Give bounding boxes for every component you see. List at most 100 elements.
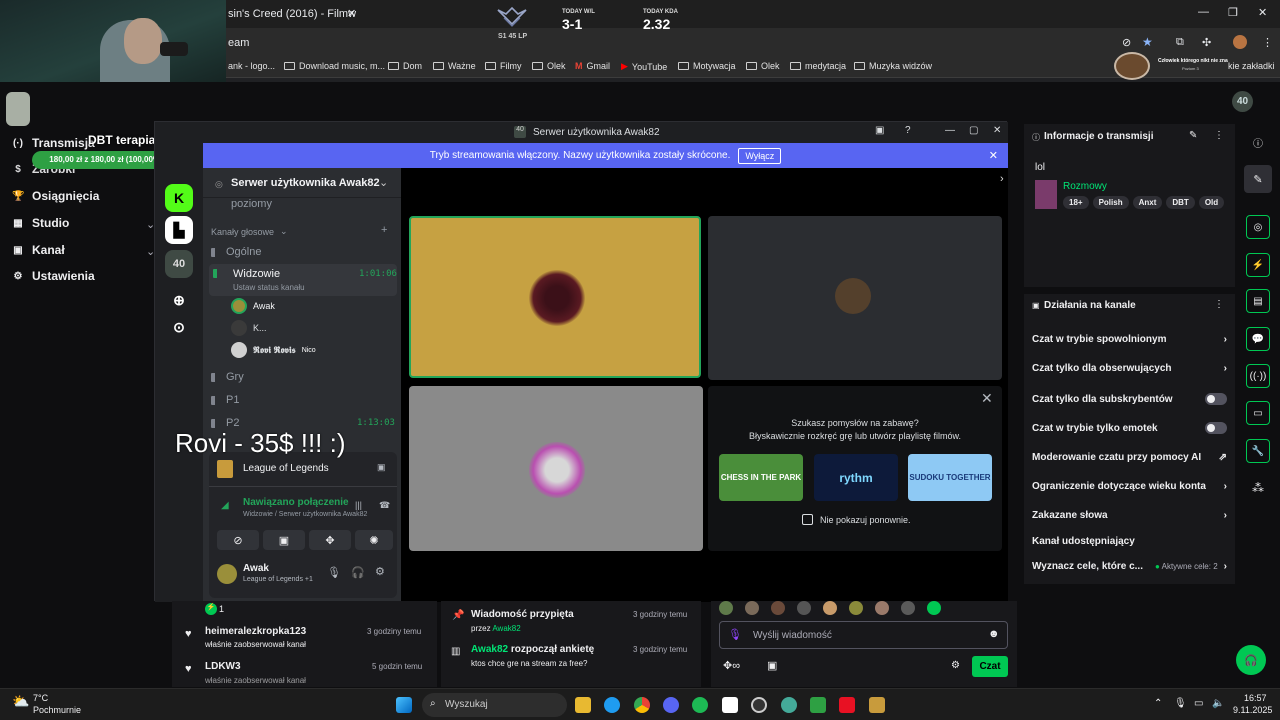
emote-icon[interactable]: ☻: [988, 628, 1000, 640]
maximize-icon[interactable]: ▢: [969, 125, 978, 136]
taskbar-search[interactable]: ⌕ Wyszukaj: [422, 693, 567, 717]
dont-show-again[interactable]: Nie pokazuj ponownie.: [802, 514, 911, 525]
tag[interactable]: Polish: [1092, 196, 1129, 209]
menu-kebab-icon[interactable]: ⋮: [1262, 36, 1273, 49]
partial-channel[interactable]: poziomy: [231, 198, 272, 210]
voice-user[interactable]: Awak: [231, 298, 275, 314]
bookmark-star-icon[interactable]: ★: [1142, 35, 1153, 49]
app-icon[interactable]: [810, 697, 826, 713]
quick-action-broadcast[interactable]: ((·)): [1246, 364, 1270, 388]
quick-action-clip[interactable]: ◎: [1246, 215, 1270, 239]
channel-p1[interactable]: P1: [211, 394, 239, 406]
other-bookmarks[interactable]: kie zakładki: [1228, 61, 1275, 71]
subs-only-toggle[interactable]: [1205, 393, 1227, 405]
avatar[interactable]: [797, 601, 811, 615]
spotify-icon[interactable]: [692, 697, 708, 713]
channel-widzowie[interactable]: Widzowie 1:01:06 Ustaw status kanału: [209, 264, 397, 296]
bookmark-item[interactable]: Download music, m...: [284, 61, 385, 71]
minimize-icon[interactable]: —: [945, 125, 955, 136]
user-avatar[interactable]: [217, 564, 237, 584]
bookmark-item[interactable]: Filmy: [485, 61, 522, 71]
add-channel-icon[interactable]: +: [381, 224, 387, 236]
camera-off-button[interactable]: ⊘: [217, 530, 259, 550]
voice-user[interactable]: 𝕽𝖔𝖛𝖎 𝕽𝖔𝖛𝖎𝖘 Nico: [231, 342, 316, 358]
activity-screen-icon[interactable]: ▣: [377, 462, 386, 473]
tag[interactable]: Old: [1198, 196, 1225, 209]
quick-action-ads[interactable]: ▭: [1246, 401, 1270, 425]
bookmark-item[interactable]: ank - logo...: [228, 61, 275, 71]
nav-channel[interactable]: ▣ Kanał: [12, 243, 64, 257]
eye-off-icon[interactable]: ⊘: [1122, 36, 1131, 49]
server-icon[interactable]: ▙: [165, 216, 193, 244]
inbox-icon[interactable]: ▣: [875, 125, 884, 136]
disconnect-icon[interactable]: ☎: [379, 500, 390, 511]
chat-input[interactable]: 🎙 Wyślij wiadomość ☻: [719, 621, 1008, 649]
help-icon[interactable]: ?: [905, 125, 911, 136]
close-icon[interactable]: ✕: [981, 390, 993, 407]
video-tile-rovi[interactable]: [409, 386, 703, 551]
bookmark-item[interactable]: Ważne: [433, 61, 476, 71]
action-banned-words[interactable]: Zakazane słowa ›: [1032, 510, 1227, 521]
extensions-icon[interactable]: ⁂: [1252, 481, 1264, 495]
windows-start-icon[interactable]: [396, 697, 412, 713]
feed-user[interactable]: LDKW3: [205, 661, 241, 672]
feed-user[interactable]: heimeralezkropka123: [205, 626, 306, 637]
avatar[interactable]: [745, 601, 759, 615]
app-icon[interactable]: [751, 697, 767, 713]
chevron-right-icon[interactable]: ›: [1000, 173, 1004, 185]
info-icon[interactable]: ⓘ: [1253, 135, 1263, 150]
minimize-window-icon[interactable]: —: [1198, 6, 1209, 18]
edit-stream-button[interactable]: ✎: [1244, 165, 1272, 193]
action-ai-moderation[interactable]: Moderowanie czatu przy pomocy AI ⇗: [1032, 452, 1227, 463]
voice-waveform-icon[interactable]: |||: [355, 500, 362, 510]
user-settings-gear-icon[interactable]: ⚙: [375, 565, 385, 578]
store-icon[interactable]: ▣: [767, 659, 777, 672]
channel-general[interactable]: Ogólne: [211, 246, 261, 258]
bookmark-item[interactable]: Olek: [532, 61, 566, 71]
chat-send-button[interactable]: Czat: [972, 656, 1008, 677]
bookmark-item[interactable]: ▶ YouTube: [621, 61, 667, 72]
tray-chevron-icon[interactable]: ⌃: [1154, 698, 1162, 709]
edge-icon[interactable]: [604, 697, 620, 713]
quick-action-raid[interactable]: ⚡: [1246, 253, 1270, 277]
avatar[interactable]: [823, 601, 837, 615]
support-headset-icon[interactable]: 🎧: [1236, 645, 1266, 675]
file-explorer-icon[interactable]: [575, 697, 591, 713]
bookmark-item[interactable]: M Gmail: [575, 61, 610, 71]
avatar[interactable]: [927, 601, 941, 615]
bookmark-item[interactable]: medytacja: [790, 61, 846, 71]
action-emote-only[interactable]: Czat w trybie tylko emotek: [1032, 422, 1227, 434]
restore-window-icon[interactable]: ❐: [1228, 6, 1238, 19]
nav-achievements[interactable]: 🏆 Osiągnięcia: [12, 189, 99, 203]
clock-date[interactable]: 9.11.2025: [1233, 705, 1272, 715]
video-tile-user[interactable]: [708, 216, 1002, 380]
quick-action-notes[interactable]: ▤: [1246, 289, 1270, 313]
soundboard-button[interactable]: ✺: [355, 530, 393, 550]
disable-streamer-mode-button[interactable]: Wyłącz: [738, 147, 782, 164]
close-window-icon[interactable]: ✕: [1258, 6, 1267, 19]
avatar[interactable]: [771, 601, 785, 615]
microphone-icon[interactable]: 🎙: [327, 566, 341, 579]
action-slow-mode[interactable]: Czat w trybie spowolnionym ›: [1032, 334, 1227, 345]
nav-studio[interactable]: ▦ Studio: [12, 216, 69, 230]
video-tile-awak[interactable]: [409, 216, 701, 378]
activity-card-rythm[interactable]: rythm: [814, 454, 898, 501]
chrome-icon[interactable]: [634, 697, 650, 713]
panel-menu-icon[interactable]: ⋮: [1214, 299, 1224, 310]
bookmark-item[interactable]: Dom: [388, 61, 422, 71]
dont-show-checkbox[interactable]: [802, 514, 813, 525]
tag[interactable]: 18+: [1063, 196, 1089, 209]
browser-tab-title[interactable]: sin's Creed (2016) - Filmw: [228, 8, 356, 20]
action-goals[interactable]: Wyznacz cele, które c... ● Aktywne cele: …: [1032, 561, 1227, 572]
app-icon[interactable]: [781, 697, 797, 713]
active-server-icon[interactable]: 40: [165, 250, 193, 278]
headphones-icon[interactable]: 🎧: [351, 566, 365, 579]
activity-card-chess[interactable]: CHESS IN THE PARK: [719, 454, 803, 501]
action-subs-only[interactable]: Czat tylko dla subskrybentów: [1032, 393, 1227, 405]
set-status-hint[interactable]: Ustaw status kanału: [233, 283, 305, 292]
edit-pencil-icon[interactable]: ✎: [1189, 130, 1197, 141]
discover-icon[interactable]: ⊙: [165, 313, 193, 341]
channel-gry[interactable]: Gry: [211, 371, 244, 383]
avatar[interactable]: [719, 601, 733, 615]
profile-avatar[interactable]: [1233, 35, 1247, 49]
